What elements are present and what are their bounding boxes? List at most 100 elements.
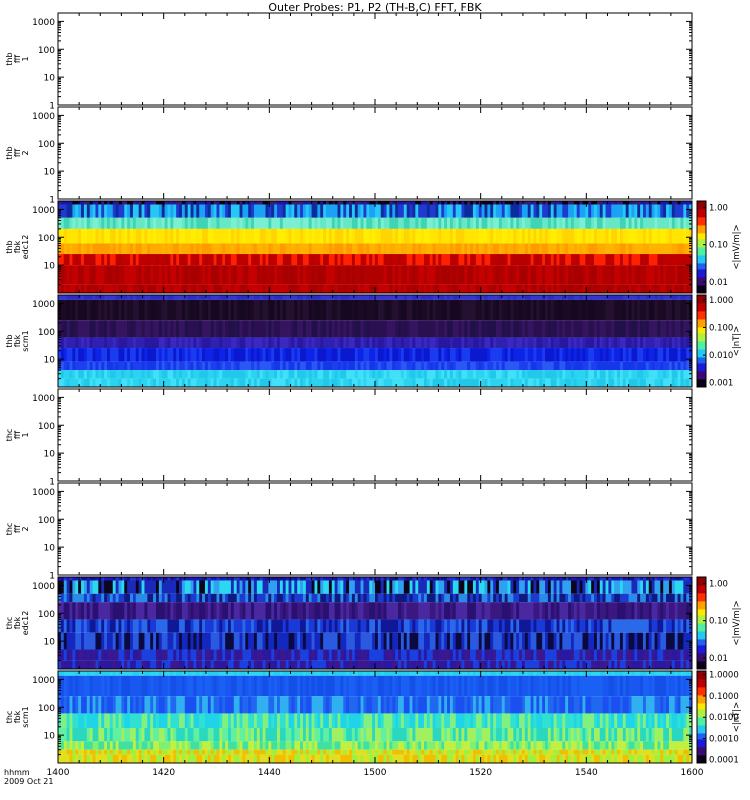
spectrogram-cell [253, 228, 258, 244]
spectrogram-cell [490, 370, 494, 379]
spectrogram-cell [251, 577, 255, 581]
spectrogram-cell [196, 217, 200, 229]
spectrogram-cell [415, 254, 419, 266]
spectrogram-cell [588, 580, 592, 594]
spectrogram-cell [164, 337, 168, 349]
spectrogram-cell [484, 204, 488, 218]
spectrogram-cell [337, 284, 341, 293]
spectrogram-cell [481, 370, 485, 379]
spectrogram-cell [242, 593, 246, 603]
spectrogram-cell [207, 337, 212, 349]
spectrogram-cell [311, 337, 315, 349]
spectrogram-cell [268, 320, 272, 338]
spectrogram-cell [648, 370, 653, 379]
spectrogram-cell [222, 361, 226, 371]
spectrogram-cell [490, 580, 494, 594]
spectrogram-cell [470, 217, 474, 229]
spectrogram-cell [109, 204, 114, 218]
spectrogram-cell [657, 217, 661, 229]
spectrogram-cell [179, 265, 183, 285]
spectrogram-cell [294, 243, 298, 255]
spectrogram-cell [622, 580, 627, 594]
spectrogram-cell [412, 217, 416, 229]
spectrogram-cell [279, 243, 284, 255]
spectrogram-cell [435, 602, 439, 620]
spectrogram-cell [631, 217, 635, 229]
spectrogram-cell [354, 320, 359, 338]
spectrogram-cell [559, 265, 563, 285]
y-axis-label-line: 1 [21, 432, 30, 437]
spectrogram-cell [187, 284, 191, 293]
spectrogram-cell [596, 593, 601, 603]
spectrogram-cell [81, 320, 85, 338]
spectrogram-cell [475, 577, 480, 581]
spectrogram-cell [608, 217, 612, 229]
spectrogram-cell [204, 337, 209, 349]
spectrogram-cell [305, 602, 310, 620]
spectrogram-cell [458, 217, 462, 229]
spectrogram-cell [447, 284, 451, 293]
spectrogram-cell [274, 361, 278, 371]
spectrogram-cell [135, 361, 140, 371]
spectrogram-cell [470, 295, 474, 300]
spectrogram-cell [392, 299, 396, 321]
spectrogram-cell [354, 243, 359, 255]
spectrogram-cell [69, 243, 73, 255]
spectrogram-cell [268, 602, 272, 620]
spectrogram-cell [406, 320, 410, 338]
spectrogram-cell [196, 243, 200, 255]
spectrogram-cell [248, 337, 252, 349]
spectrogram-cell [530, 295, 534, 300]
spectrogram-cell [225, 265, 229, 285]
spectrogram-cell [383, 370, 387, 379]
spectrogram-cell [66, 201, 70, 205]
spectrogram-cell [291, 320, 295, 338]
spectrogram-cell [233, 320, 238, 338]
spectrogram-cell [337, 348, 341, 362]
spectrogram-cell [550, 265, 555, 285]
spectrogram-cell [441, 348, 445, 362]
spectrogram-cell [415, 348, 419, 362]
spectrogram-cell [409, 580, 413, 594]
spectrogram-cell [311, 580, 315, 594]
spectrogram-cell [274, 265, 278, 285]
spectrogram-cell [366, 361, 370, 371]
spectrogram-cell [138, 228, 142, 244]
spectrogram-cell [536, 337, 540, 349]
spectrogram-cell [277, 580, 281, 594]
spectrogram-cell [444, 602, 448, 620]
spectrogram-cell [213, 580, 217, 594]
spectrogram-cell [274, 577, 278, 581]
spectrogram-cell [452, 348, 457, 362]
spectrogram-cell [608, 348, 612, 362]
spectrogram-cell [628, 361, 632, 371]
spectrogram-cell [533, 228, 537, 244]
spectrogram-cell [588, 299, 592, 321]
spectrogram-cell [392, 284, 396, 293]
spectrogram-cell [346, 320, 350, 338]
spectrogram-cell [63, 217, 68, 229]
spectrogram-cell [645, 602, 650, 620]
spectrogram-cell [602, 580, 606, 594]
spectrogram-cell [680, 284, 684, 293]
spectrogram-cell [634, 299, 638, 321]
spectrogram-cell [95, 602, 99, 620]
spectrogram-cell [435, 580, 439, 594]
spectrogram-cell [680, 348, 684, 362]
spectrogram-cell [328, 361, 333, 371]
spectrogram-cell [545, 577, 549, 581]
spectrogram-cell [317, 378, 321, 387]
spectrogram-cell [337, 265, 341, 285]
spectrogram-cell [331, 204, 336, 218]
spectrogram-cell [395, 593, 399, 603]
spectrogram-cell [464, 217, 468, 229]
spectrogram-cell [467, 254, 471, 266]
spectrogram-cell [674, 299, 678, 321]
spectrogram-cell [539, 217, 543, 229]
spectrogram-cell [516, 337, 520, 349]
spectrogram-cell [92, 254, 96, 266]
spectrogram-cell [210, 378, 215, 387]
spectrogram-cell [602, 204, 606, 218]
spectrogram-cell [242, 361, 246, 371]
spectrogram-cell [202, 284, 206, 293]
